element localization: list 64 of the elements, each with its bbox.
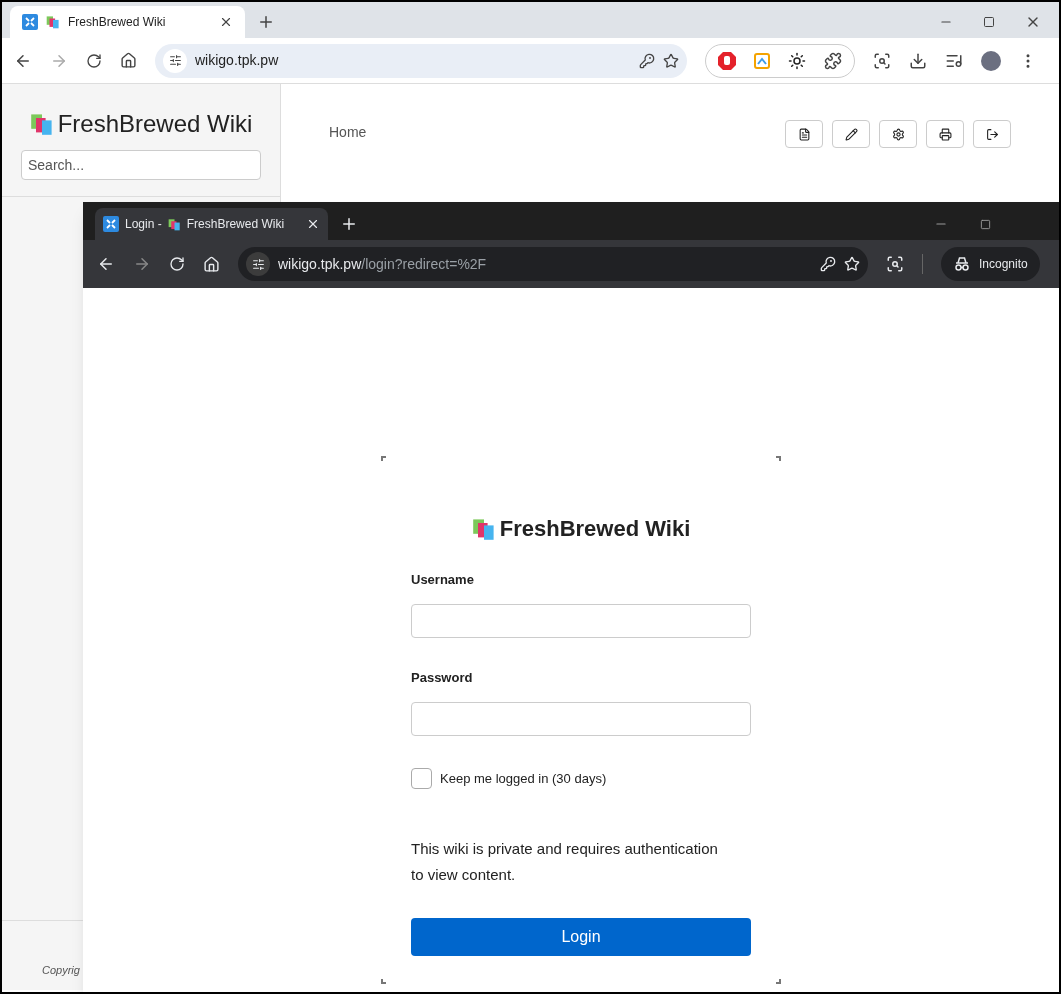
corner-mark [381, 456, 386, 461]
download-icon[interactable] [909, 51, 927, 70]
browser-tab[interactable]: FreshBrewed Wiki [10, 6, 245, 38]
tab-site-name: FreshBrewed Wiki [186, 216, 286, 233]
address-bar[interactable]: wikigo.tpk.pw [155, 43, 687, 78]
pencil-icon [844, 127, 858, 141]
tab-search-icon[interactable] [886, 255, 904, 273]
site-info-icon[interactable] [168, 54, 182, 67]
wiki-title: FreshBrewed Wiki [57, 109, 253, 139]
avatar[interactable] [981, 50, 1001, 71]
login-title: FreshBrewed Wiki [499, 515, 691, 543]
remember-label: Keep me logged in (30 days) [440, 769, 607, 788]
toolbar-button[interactable] [973, 120, 1011, 148]
field-label: Username [411, 571, 475, 589]
maximize-icon[interactable] [980, 218, 991, 230]
search-field[interactable]: Search... [21, 150, 261, 180]
books-logo-icon [29, 112, 54, 136]
key-icon[interactable] [639, 52, 655, 69]
books-logo-icon [471, 516, 496, 541]
field-label: Password [411, 669, 474, 687]
back-icon[interactable] [97, 255, 115, 273]
tab-title: Login - [125, 216, 162, 233]
corner-mark [776, 979, 781, 984]
document-icon [797, 127, 811, 141]
input-field[interactable] [411, 702, 751, 736]
bookmark-star-icon[interactable] [663, 52, 679, 69]
address-bar[interactable]: wikigo.tpk.pw/login?redirect=%2F [238, 247, 868, 281]
remember-checkbox[interactable] [411, 768, 432, 789]
login-button[interactable]: Login [411, 918, 751, 956]
forward-icon[interactable] [133, 255, 151, 273]
settings-icon [891, 127, 905, 141]
close-tab-icon[interactable] [306, 217, 320, 231]
app-favicon-icon [103, 216, 119, 232]
corner-mark [776, 456, 781, 461]
toolbar-button[interactable] [832, 120, 870, 148]
breadcrumb-link[interactable]: Home [329, 122, 367, 143]
close-tab-icon[interactable] [219, 15, 233, 29]
toolbar-button[interactable] [879, 120, 917, 148]
app-favicon-icon [22, 14, 38, 30]
tab-books-icon [167, 217, 181, 231]
reload-icon[interactable] [86, 52, 102, 69]
tab-search-icon[interactable] [873, 51, 891, 70]
logout-icon [985, 127, 999, 141]
new-tab-icon[interactable] [340, 215, 358, 233]
maximize-icon[interactable] [983, 16, 995, 28]
print-icon [938, 127, 952, 141]
address-text: wikigo.tpk.pw/login?redirect=%2F [278, 254, 488, 274]
extensions-icon[interactable] [824, 51, 842, 70]
sun-icon[interactable] [788, 51, 806, 70]
corner-mark [381, 979, 386, 984]
toolbar-button[interactable] [926, 120, 964, 148]
address-text: wikigo.tpk.pw [195, 51, 280, 70]
site-info-icon[interactable] [251, 257, 265, 271]
input-field[interactable] [411, 604, 751, 638]
home-icon[interactable] [120, 52, 137, 69]
copyright-text: Copyrig [42, 962, 80, 978]
browser-tab[interactable]: Login - FreshBrewed Wiki [95, 208, 328, 240]
incognito-badge[interactable]: Incognito [941, 247, 1040, 281]
private-notice: This wiki is private and requires authentication to view content. [411, 839, 719, 885]
toolbar-button[interactable] [785, 120, 823, 148]
tab-books-icon [46, 15, 60, 29]
new-tab-icon[interactable] [257, 13, 275, 31]
tab-title: FreshBrewed Wiki [68, 14, 167, 31]
incognito-icon [953, 256, 971, 272]
